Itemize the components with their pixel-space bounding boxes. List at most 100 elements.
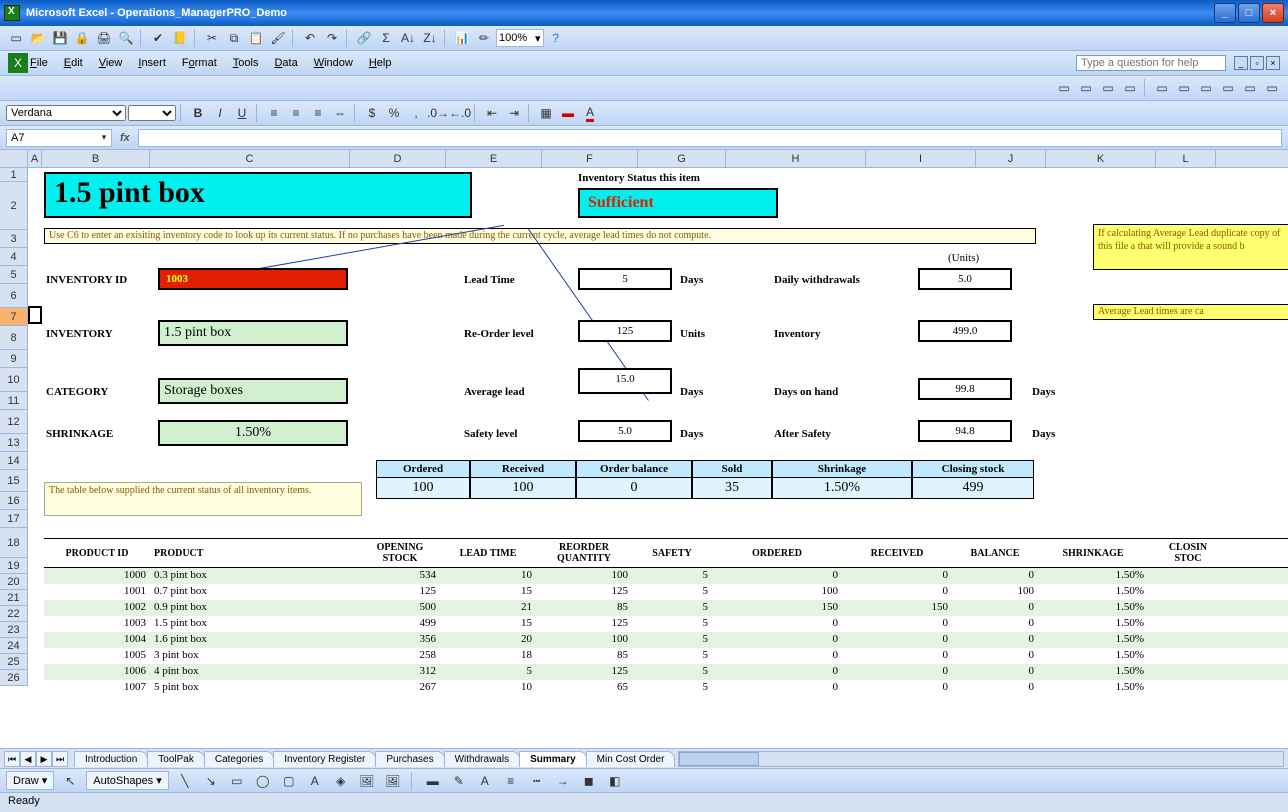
format-painter-icon[interactable]: 🖌 [268,28,288,48]
line-icon[interactable]: ╲ [175,771,195,791]
toolbar-btn-10[interactable]: ▭ [1262,78,1282,98]
wordart-icon[interactable]: A [305,771,325,791]
table-row[interactable]: 10010.7 pint box12515125510001001.50% [44,584,1288,600]
toolbar-btn-2[interactable]: ▭ [1076,78,1096,98]
undo-icon[interactable]: ↶ [300,28,320,48]
col-header-c[interactable]: C [150,150,350,167]
align-left-icon[interactable]: ≡ [264,103,284,123]
tab-last-icon[interactable]: ⏭ [52,751,68,767]
doc-minimize-button[interactable]: _ [1234,56,1248,70]
toolbar-btn-5[interactable]: ▭ [1152,78,1172,98]
row-header[interactable]: 11 [0,392,28,410]
sheet-tab[interactable]: Summary [519,751,587,767]
table-row[interactable]: 10020.9 pint box5002185515015001.50% [44,600,1288,616]
font-color-icon[interactable]: A [580,103,600,123]
sheet-tab[interactable]: Introduction [74,751,148,767]
row-header[interactable]: 12 [0,410,28,434]
dash-style-icon[interactable]: ┅ [527,771,547,791]
row-header[interactable]: 18 [0,528,28,558]
col-header-a[interactable]: A [28,150,42,167]
input-category[interactable]: Storage boxes [158,378,348,404]
permission-icon[interactable]: 🔒 [72,28,92,48]
table-row[interactable]: 10000.3 pint box5341010050001.50% [44,568,1288,584]
row-header[interactable]: 22 [0,606,28,622]
toolbar-btn-7[interactable]: ▭ [1196,78,1216,98]
currency-icon[interactable]: $ [362,103,382,123]
menu-insert[interactable]: Insert [138,57,166,69]
autoshapes-button[interactable]: AutoShapes ▾ [86,771,169,790]
clipart-icon[interactable]: 🖼 [357,771,377,791]
row-header[interactable]: 24 [0,638,28,654]
maximize-button[interactable]: □ [1238,3,1260,23]
col-header-g[interactable]: G [638,150,726,167]
row-header[interactable]: 25 [0,654,28,670]
toolbar-btn-9[interactable]: ▭ [1240,78,1260,98]
help-search-input[interactable] [1076,55,1226,71]
workbook-icon[interactable]: X [8,53,28,73]
underline-button[interactable]: U [232,103,252,123]
th-opening-stock[interactable]: OPENINGSTOCK [360,539,440,567]
th-lead-time[interactable]: LEAD TIME [440,539,536,567]
th-product-id[interactable]: PRODUCT ID [44,539,150,567]
row-header[interactable]: 20 [0,574,28,590]
copy-icon[interactable]: ⧉ [224,28,244,48]
table-row[interactable]: 10064 pint box312512550001.50% [44,664,1288,680]
decrease-decimal-icon[interactable]: ←.0 [450,103,470,123]
tab-next-icon[interactable]: ▶ [36,751,52,767]
drawing-icon[interactable]: ✏ [474,28,494,48]
menu-data[interactable]: Data [274,57,297,69]
print-icon[interactable]: 🖨 [94,28,114,48]
cut-icon[interactable]: ✂ [202,28,222,48]
sheet-tab[interactable]: Categories [204,751,274,767]
minimize-button[interactable]: _ [1214,3,1236,23]
col-header-e[interactable]: E [446,150,542,167]
th-closing-stock[interactable]: CLOSINSTOC [1148,539,1228,567]
menu-help[interactable]: Help [369,57,392,69]
tab-first-icon[interactable]: ⏮ [4,751,20,767]
save-icon[interactable]: 💾 [50,28,70,48]
input-days-on-hand[interactable]: 99.8 [918,378,1012,400]
table-row[interactable]: 10031.5 pint box4991512550001.50% [44,616,1288,632]
sort-desc-icon[interactable]: Z↓ [420,28,440,48]
formula-bar[interactable] [138,129,1282,147]
redo-icon[interactable]: ↷ [322,28,342,48]
col-header-f[interactable]: F [542,150,638,167]
spellcheck-icon[interactable]: ✔ [148,28,168,48]
autosum-icon[interactable]: Σ [376,28,396,48]
col-header-l[interactable]: L [1156,150,1216,167]
sheet-tab[interactable]: Inventory Register [273,751,376,767]
row-header[interactable]: 2 [0,182,28,230]
horizontal-scrollbar[interactable] [678,751,1284,767]
sort-asc-icon[interactable]: A↓ [398,28,418,48]
row-header[interactable]: 6 [0,284,28,308]
th-shrinkage[interactable]: SHRINKAGE [1038,539,1148,567]
fill-color-draw-icon[interactable]: ▬ [423,771,443,791]
select-all-corner[interactable] [0,150,28,167]
row-header[interactable]: 14 [0,452,28,470]
toolbar-btn-1[interactable]: ▭ [1054,78,1074,98]
table-row[interactable]: 10075 pint box267106550001.50% [44,680,1288,696]
row-header[interactable]: 19 [0,558,28,574]
toolbar-btn-3[interactable]: ▭ [1098,78,1118,98]
3d-icon[interactable]: ◧ [605,771,625,791]
toolbar-btn-6[interactable]: ▭ [1174,78,1194,98]
row-header[interactable]: 26 [0,670,28,686]
open-icon[interactable]: 📂 [28,28,48,48]
table-row[interactable]: 10041.6 pint box3562010050001.50% [44,632,1288,648]
align-center-icon[interactable]: ≡ [286,103,306,123]
row-header[interactable]: 4 [0,248,28,266]
doc-restore-button[interactable]: ▫ [1250,56,1264,70]
row-header[interactable]: 15 [0,470,28,492]
italic-button[interactable]: I [210,103,230,123]
draw-menu-button[interactable]: Draw ▾ [6,771,54,790]
th-reorder-qty[interactable]: REORDERQUANTITY [536,539,632,567]
borders-icon[interactable]: ▦ [536,103,556,123]
row-header[interactable]: 17 [0,510,28,528]
rectangle-icon[interactable]: ▭ [227,771,247,791]
print-preview-icon[interactable]: 🔍 [116,28,136,48]
picture-icon[interactable]: 🖼 [383,771,403,791]
help-icon[interactable]: ? [546,28,566,48]
sheet-tab[interactable]: ToolPak [147,751,205,767]
research-icon[interactable]: 📒 [170,28,190,48]
sheet-tab[interactable]: Purchases [375,751,444,767]
